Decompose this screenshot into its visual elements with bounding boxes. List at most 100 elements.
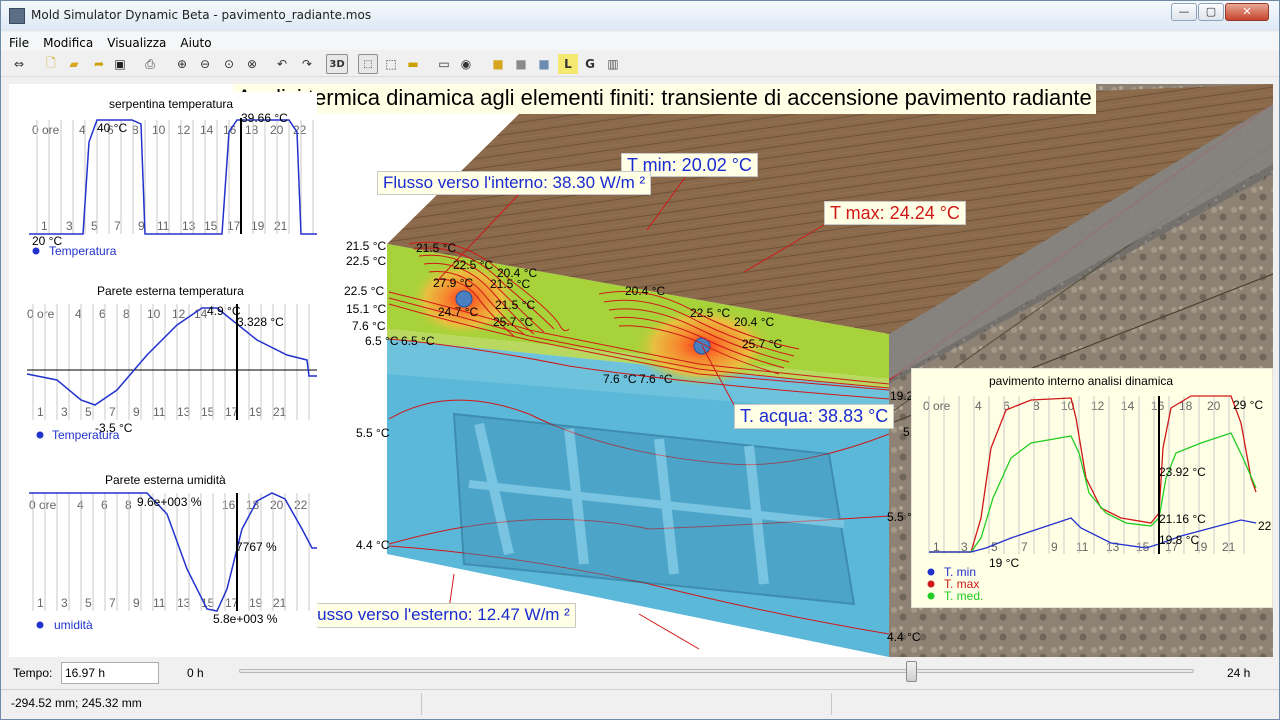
menu-visualizza[interactable]: Visualizza [99,34,172,50]
hour-label: 0 ore [923,399,951,413]
parete-umidita-chart: Parete esterna umidità 0 ore 4 6 8 16 18… [17,469,317,639]
max-label: 9.6e+003 % [137,495,202,509]
hour-label: 3 [61,596,68,610]
hour-label: 14 [1121,399,1135,413]
layer-blue-icon[interactable]: ■ [534,54,554,74]
pavimento-chart: pavimento interno analisi dinamica 0 ore… [911,368,1273,608]
iso-label: 22.5 °C [690,306,730,320]
3d-button[interactable]: 3D [326,54,348,74]
legend-temperatura: Temperatura [52,428,120,442]
iso-label: 22.5 °C [453,258,493,272]
new-file-icon[interactable]: 🗋 [41,54,61,74]
tempo-input[interactable] [61,662,159,684]
select-icon[interactable]: ⬚ [358,54,378,74]
time-slider-thumb[interactable] [905,661,917,682]
hour-label: 5 [85,596,92,610]
iso-label: 24.7 °C [438,305,478,319]
iso-label: 21.5 °C [490,277,530,291]
hour-label: 18 [1179,399,1193,413]
minimize-button[interactable]: — [1171,3,1197,21]
chart-title: Parete esterna temperatura [97,284,244,298]
time-slider-track[interactable] [239,661,1194,682]
zoom-reset-icon[interactable]: ⊗ [242,54,262,74]
cursor-label: 19.8 °C [1159,533,1199,547]
zoom-out-icon[interactable]: ⊖ [195,54,215,74]
select-area-icon[interactable]: ⬚ [381,54,401,74]
save-icon[interactable]: ▣ [110,54,130,74]
main-title: Analisi termica dinamica agli elementi f… [233,84,1096,114]
hour-label: 7 [109,405,116,419]
hour-label: 7 [1021,540,1028,554]
menu-file[interactable]: File [1,34,35,50]
hour-label: 21 [274,219,288,233]
g-icon[interactable]: G [580,54,600,74]
iso-label: 27.9 °C [433,276,473,290]
chart-title: serpentina temperatura [109,97,233,111]
legend-temperatura: Temperatura [49,244,117,258]
app-icon [9,8,25,24]
hour-label: 5 [991,540,998,554]
time-bar: Tempo: 0 h 24 h [1,658,1279,688]
cursor-label: 21.16 °C [1159,512,1206,526]
layer-yellow-icon[interactable]: ■ [488,54,508,74]
open-folder-icon[interactable]: ▰ [64,54,84,74]
serpentina-chart: serpentina temperatura 0 ore 4 6 8 10 12… [17,92,317,267]
zoom-in-icon[interactable]: ⊕ [172,54,192,74]
hour-label: 11 [157,219,170,233]
layer-gray-icon[interactable]: ■ [511,54,531,74]
hour-label: 3 [66,219,73,233]
building-icon[interactable]: ▥ [603,54,623,74]
swap-icon[interactable]: ⇔ [9,54,29,74]
flusso-esterno-label: Flusso verso l'esterno: 12.47 W/m ² [297,603,576,628]
iso-label: 4.4 °C [887,630,921,644]
hour-label: 7 [109,596,116,610]
hour-label: 12 [172,307,186,321]
iso-label: 21.5 °C [495,298,535,312]
app-window: Mold Simulator Dynamic Beta - pavimento_… [0,0,1280,720]
iso-label: 4.4 °C [356,538,390,552]
redo-icon[interactable]: ↷ [297,54,317,74]
hour-label: 14 [200,123,214,137]
menu-modifica[interactable]: Modifica [35,34,99,50]
hour-label: 5 [85,405,92,419]
hour-label: 16 [222,498,236,512]
eye-icon[interactable]: ◉ [456,54,476,74]
print-icon[interactable]: ⎙ [140,54,160,74]
slider-start-label: 0 h [187,666,204,680]
hour-label: 1 [37,596,44,610]
hour-label: 13 [182,219,196,233]
slider-end-label: 24 h [1227,666,1251,680]
status-bar: -294.52 mm; 245.32 mm [1,689,1279,719]
l-icon[interactable]: L [558,54,578,74]
ruler-icon[interactable]: ▬ [403,54,423,74]
menu-aiuto[interactable]: Aiuto [172,34,217,50]
hour-label: 9 [133,405,140,419]
iso-label: 6.5 °C [401,334,435,348]
simulation-canvas[interactable]: 21.5 °C 22.5 °C 22.5 °C 15.1 °C 7.6 °C 6… [9,84,1273,657]
cursor-label: 22 [1258,519,1272,533]
min-label: 5.8e+003 % [213,612,278,626]
hour-label: 7 [114,219,121,233]
hour-label: 15 [204,219,218,233]
hour-label: 9 [133,596,140,610]
comment-icon[interactable]: ▭ [434,54,454,74]
title-bar: Mold Simulator Dynamic Beta - pavimento_… [1,1,1279,31]
iso-label: 7.6 °C [352,319,386,333]
export-icon[interactable]: ➦ [89,54,109,74]
maximize-button[interactable]: ▢ [1198,3,1224,21]
close-button[interactable]: ✕ [1225,3,1269,21]
cursor-label: 23.92 °C [1159,465,1206,479]
zoom-fit-icon[interactable]: ⊙ [219,54,239,74]
parete-temperatura-chart: Parete esterna temperatura 0 ore 4 6 8 1… [17,280,317,450]
iso-label: 15.1 °C [346,302,386,316]
max-label: 29 °C [1233,398,1263,412]
iso-label: 25.7 °C [742,337,782,351]
hour-label: 12 [1091,399,1105,413]
t-acqua-label: T. acqua: 38.83 °C [734,404,895,429]
undo-icon[interactable]: ↶ [272,54,292,74]
hour-label: 10 [152,123,166,137]
chart-title: Parete esterna umidità [105,473,226,487]
iso-label: 22.5 °C [344,284,384,298]
cursor-label: 39.66 °C [241,111,288,125]
toolbar: ⇔ 🗋 ▰ ➦ ▣ ⎙ ⊕ ⊖ ⊙ ⊗ ↶ ↷ 3D ⬚ ⬚ ▬ ▭ ◉ ■ ■… [1,51,1279,77]
